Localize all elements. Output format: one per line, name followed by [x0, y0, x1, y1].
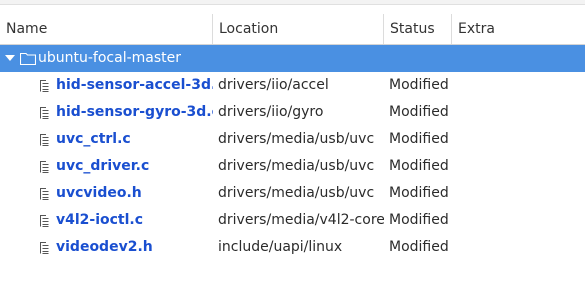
column-header-location[interactable]: Location: [213, 14, 384, 44]
text-file-icon: [40, 134, 49, 146]
text-file-icon: [40, 242, 49, 254]
file-location: drivers/media/usb/uvc: [218, 158, 375, 174]
file-name: uvc_ctrl.c: [56, 131, 131, 147]
file-status: Modified: [389, 131, 449, 147]
text-file-icon: [40, 215, 49, 227]
table-row[interactable]: uvc_ctrl.c drivers/media/usb/uvc Modified: [0, 126, 585, 153]
tree-row-root-folder[interactable]: ubuntu-focal-master: [0, 45, 585, 72]
file-status: Modified: [389, 77, 449, 93]
file-status: Modified: [389, 212, 449, 228]
file-status: Modified: [389, 158, 449, 174]
file-name: uvcvideo.h: [56, 185, 142, 201]
file-status: Modified: [389, 104, 449, 120]
file-name: hid-sensor-accel-3d.c: [56, 77, 213, 93]
file-name: hid-sensor-gyro-3d.c: [56, 104, 213, 120]
file-location: drivers/iio/gyro: [218, 104, 324, 120]
column-header-bar: Name Location Status Extra: [0, 14, 585, 45]
table-row[interactable]: v4l2-ioctl.c drivers/media/v4l2-core Modif…: [0, 207, 585, 234]
file-status: Modified: [389, 185, 449, 201]
text-file-icon: [40, 188, 49, 200]
table-row[interactable]: uvcvideo.h drivers/media/usb/uvc Modified: [0, 180, 585, 207]
file-location: drivers/media/usb/uvc: [218, 131, 375, 147]
file-name: uvc_driver.c: [56, 158, 150, 174]
file-status: Modified: [389, 239, 449, 255]
table-row[interactable]: uvc_driver.c drivers/media/usb/uvc Modifie…: [0, 153, 585, 180]
column-header-name[interactable]: Name: [0, 14, 213, 44]
folder-icon: [20, 52, 36, 65]
root-folder-label: ubuntu-focal-master: [38, 50, 182, 66]
file-location: drivers/iio/accel: [218, 77, 329, 93]
file-location: drivers/media/v4l2-core: [218, 212, 384, 228]
table-row[interactable]: hid-sensor-accel-3d.c drivers/iio/accel Mo…: [0, 72, 585, 99]
table-row[interactable]: hid-sensor-gyro-3d.c drivers/iio/gyro Modi…: [0, 99, 585, 126]
expander-triangle-icon[interactable]: [5, 55, 15, 61]
column-header-status[interactable]: Status: [384, 14, 452, 44]
file-name: videodev2.h: [56, 239, 153, 255]
text-file-icon: [40, 161, 49, 173]
text-file-icon: [40, 107, 49, 119]
table-row[interactable]: videodev2.h include/uapi/linux Modified: [0, 234, 585, 261]
text-file-icon: [40, 80, 49, 92]
file-location: include/uapi/linux: [218, 239, 343, 255]
window-top-edge: [0, 0, 585, 5]
file-name: v4l2-ioctl.c: [56, 212, 144, 228]
column-header-extra[interactable]: Extra: [452, 14, 585, 44]
file-location: drivers/media/usb/uvc: [218, 185, 375, 201]
